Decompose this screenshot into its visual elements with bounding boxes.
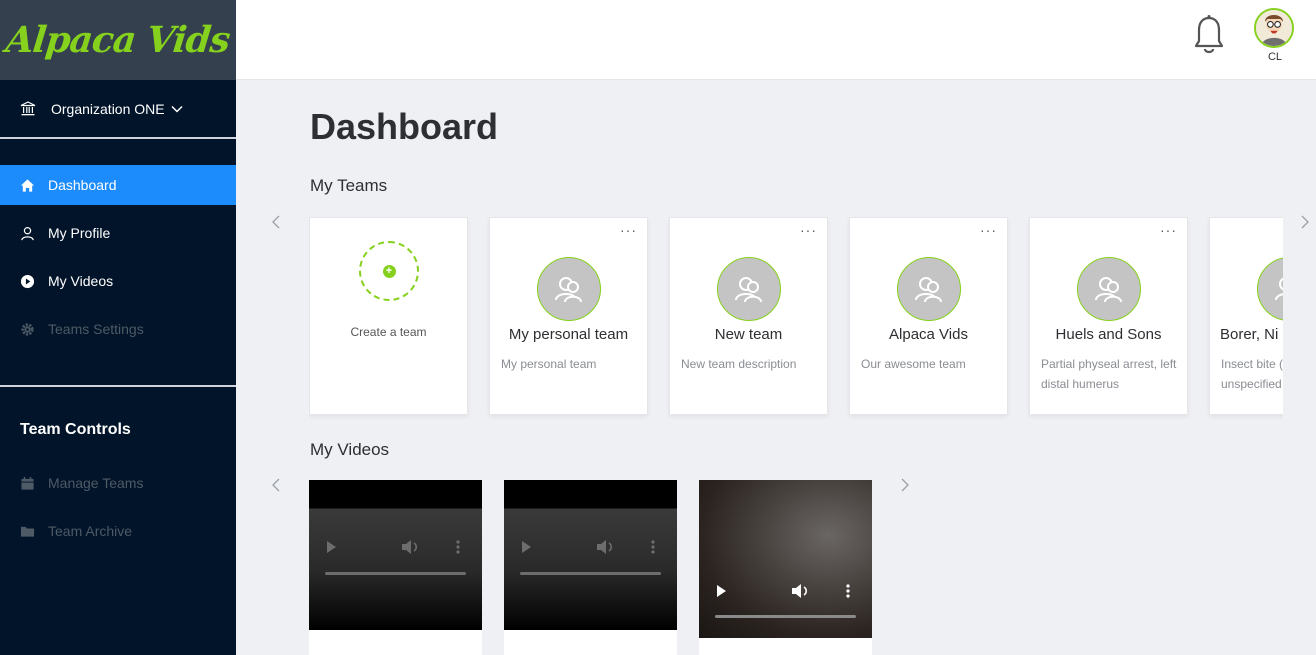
user-menu[interactable]: CL xyxy=(1254,8,1296,63)
team-users-icon xyxy=(735,277,762,303)
calendar-icon xyxy=(21,476,34,490)
chevron-right-icon[interactable] xyxy=(898,475,912,495)
team-name: Alpaca Vids xyxy=(889,326,968,343)
video-card[interactable] xyxy=(309,480,482,655)
home-icon xyxy=(20,178,35,192)
team-users-icon xyxy=(1275,277,1283,301)
sidebar-item-label: Team Archive xyxy=(48,523,133,539)
video-controls xyxy=(715,583,856,599)
sidebar-item-my-profile[interactable]: My Profile xyxy=(0,213,236,253)
logo[interactable]: Alpaca Vids xyxy=(0,0,236,80)
play-icon[interactable] xyxy=(325,540,337,554)
create-team-card[interactable]: + Create a team xyxy=(309,217,468,415)
avatar xyxy=(1254,8,1294,48)
team-avatar xyxy=(1077,257,1141,321)
team-card[interactable]: ··· New team New team description xyxy=(669,217,828,415)
more-options-icon[interactable]: ··· xyxy=(980,222,997,238)
more-options-icon[interactable]: ··· xyxy=(800,222,817,238)
main-nav: Dashboard My Profile My Videos Teams Set… xyxy=(0,139,236,349)
team-card[interactable]: Borer, Ni Insect bite (nonvenomo unspeci… xyxy=(1209,217,1283,415)
more-options-icon[interactable]: ··· xyxy=(1160,222,1177,238)
chevron-left-icon[interactable] xyxy=(269,475,283,495)
more-vertical-icon[interactable] xyxy=(650,539,656,555)
video-card[interactable] xyxy=(699,480,872,655)
my-teams-title: My Teams xyxy=(310,176,388,195)
gear-icon xyxy=(21,322,34,336)
team-description: Partial physeal arrest, left distal hume… xyxy=(1041,357,1177,391)
team-description: Our awesome team xyxy=(861,357,966,371)
sidebar-item-label: My Profile xyxy=(48,225,111,241)
video-progress-bar[interactable] xyxy=(520,572,661,575)
chevron-right-icon[interactable] xyxy=(1298,212,1312,232)
team-users-icon xyxy=(915,277,942,303)
sidebar-item-team-archive[interactable]: Team Archive xyxy=(0,511,236,551)
team-card[interactable]: ··· Alpaca Vids Our awesome team xyxy=(849,217,1008,415)
org-selector[interactable]: Organization ONE xyxy=(0,80,236,139)
chevron-left-icon[interactable] xyxy=(269,212,283,232)
volume-icon[interactable] xyxy=(401,539,421,555)
team-name: Borer, Ni xyxy=(1220,326,1279,343)
more-options-icon[interactable]: ··· xyxy=(620,222,637,238)
volume-icon[interactable] xyxy=(596,539,616,555)
page-title: Dashboard xyxy=(310,106,499,147)
team-users-icon xyxy=(1095,277,1122,303)
my-videos-title: My Videos xyxy=(310,440,390,459)
sidebar-item-label: Manage Teams xyxy=(48,475,144,491)
video-player[interactable] xyxy=(504,480,677,630)
sidebar-item-label: My Videos xyxy=(48,273,114,289)
top-bar: CL xyxy=(236,0,1316,80)
team-avatar xyxy=(1257,257,1283,321)
sidebar-item-label: Dashboard xyxy=(48,177,117,193)
logo-text: Alpaca Vids xyxy=(4,19,232,61)
video-player[interactable] xyxy=(699,480,872,638)
video-progress-bar[interactable] xyxy=(715,615,856,618)
sidebar: Alpaca Vids Organization ONE Dashboard M… xyxy=(0,0,236,655)
team-controls-nav: Manage Teams Team Archive xyxy=(0,455,236,551)
team-avatar xyxy=(537,257,601,321)
team-description: Insect bite (nonvenomo unspecified seque… xyxy=(1221,357,1283,391)
video-controls xyxy=(325,539,466,555)
play-circle-icon xyxy=(20,274,35,288)
sidebar-item-teams-settings[interactable]: Teams Settings xyxy=(0,309,236,349)
teams-carousel: + Create a team ··· My personal team My … xyxy=(309,217,1283,427)
chevron-down-icon xyxy=(171,105,183,113)
team-name: New team xyxy=(714,326,783,343)
sidebar-item-manage-teams[interactable]: Manage Teams xyxy=(0,463,236,503)
play-icon[interactable] xyxy=(520,540,532,554)
more-vertical-icon[interactable] xyxy=(845,583,851,599)
create-team-label: Create a team xyxy=(350,325,427,339)
video-player[interactable] xyxy=(309,480,482,630)
team-avatar xyxy=(897,257,961,321)
team-users-icon xyxy=(555,277,582,303)
sidebar-item-label: Teams Settings xyxy=(48,321,144,337)
team-name: Huels and Sons xyxy=(1055,326,1162,343)
more-vertical-icon[interactable] xyxy=(455,539,461,555)
main-content: Dashboard My Teams + Create a team ··· M… xyxy=(236,80,1316,655)
team-avatar xyxy=(717,257,781,321)
bell-icon[interactable] xyxy=(1193,14,1225,58)
folder-icon xyxy=(20,526,35,537)
team-card[interactable]: ··· Huels and Sons Partial physeal arres… xyxy=(1029,217,1188,415)
plus-icon: + xyxy=(382,264,396,278)
team-card[interactable]: ··· My personal team My personal team xyxy=(489,217,648,415)
sidebar-item-dashboard[interactable]: Dashboard xyxy=(0,165,236,205)
user-initials: CL xyxy=(1267,51,1283,63)
video-card[interactable] xyxy=(504,480,677,655)
team-description: New team description xyxy=(681,357,797,371)
team-controls-title: Team Controls xyxy=(20,421,131,438)
video-progress-bar[interactable] xyxy=(325,572,466,575)
org-name: Organization ONE xyxy=(51,100,165,117)
sidebar-item-my-videos[interactable]: My Videos xyxy=(0,261,236,301)
play-icon[interactable] xyxy=(715,584,727,598)
user-icon xyxy=(21,226,34,240)
video-controls xyxy=(520,539,661,555)
bank-icon xyxy=(20,100,36,115)
create-team-circle[interactable]: + xyxy=(359,241,419,301)
team-name: My personal team xyxy=(508,326,629,343)
volume-icon[interactable] xyxy=(791,583,811,599)
team-description: My personal team xyxy=(501,357,597,371)
